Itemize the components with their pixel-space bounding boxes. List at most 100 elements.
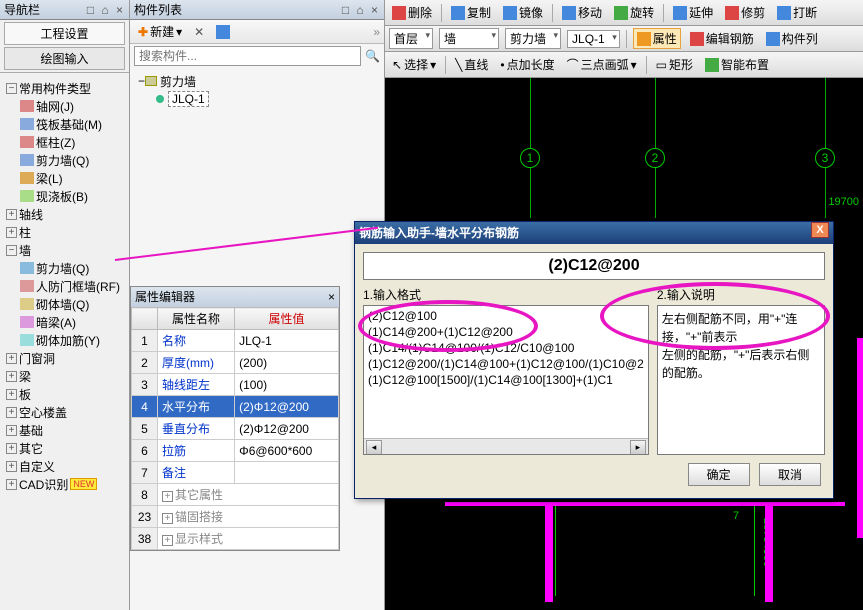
tree-common-types[interactable]: −常用构件类型 — [2, 79, 127, 97]
select-button[interactable]: ↖选择 ▾ — [389, 55, 439, 74]
wall-icon — [20, 154, 34, 166]
scroll-right-icon[interactable]: ▸ — [630, 440, 646, 455]
pointlen-button[interactable]: •点加长度 — [497, 55, 557, 74]
type-dropdown[interactable]: 剪力墙 — [505, 28, 561, 49]
mirror-button[interactable]: 镜像 — [500, 3, 546, 22]
tree-shearwall-q[interactable]: 剪力墙(Q) — [2, 259, 127, 277]
tree-wall-group[interactable]: −墙 — [2, 241, 127, 259]
arc-button[interactable]: ⌒三点画弧 ▾ — [564, 55, 640, 74]
tree-custom[interactable]: +自定义 — [2, 457, 127, 475]
drawing-input-tab[interactable]: 绘图输入 — [4, 47, 125, 70]
list-item[interactable]: (1)C14/(1)C14@100/(1)C12/C10@100 — [366, 340, 646, 356]
tree-cad[interactable]: +CAD识别NEW — [2, 475, 127, 493]
search-input[interactable] — [134, 46, 361, 66]
tree-beam[interactable]: 梁(L) — [2, 169, 127, 187]
close-icon[interactable]: × — [328, 287, 335, 307]
wall-element[interactable] — [765, 502, 773, 602]
tree-foundation[interactable]: +基础 — [2, 421, 127, 439]
tree-column[interactable]: +柱 — [2, 223, 127, 241]
expand-icon[interactable]: + — [6, 371, 17, 382]
rect-button[interactable]: ▭矩形 — [653, 55, 696, 74]
component-dropdown[interactable]: JLQ-1 — [567, 30, 620, 48]
tree-other[interactable]: +其它 — [2, 439, 127, 457]
dialog-titlebar[interactable]: 钢筋输入助手-墙水平分布钢筋 X — [355, 222, 833, 244]
break-button[interactable]: 打断 — [774, 3, 820, 22]
wall-element[interactable] — [857, 338, 863, 538]
floor-dropdown[interactable]: 首层 — [389, 28, 433, 49]
expand-icon[interactable]: + — [162, 535, 173, 546]
trim-button[interactable]: 修剪 — [722, 3, 768, 22]
rebar-value-input[interactable] — [363, 252, 825, 280]
tree-masonry[interactable]: 砌体墙(Q) — [2, 295, 127, 313]
ok-button[interactable]: 确定 — [688, 463, 750, 486]
expand-icon[interactable]: + — [162, 513, 173, 524]
expand-icon[interactable]: + — [6, 479, 17, 490]
tree-door[interactable]: +门窗洞 — [2, 349, 127, 367]
copy-button[interactable]: 复制 — [448, 3, 494, 22]
list-item[interactable]: (1)C12@100[1500]/(1)C14@100[1300]+(1)C1 — [366, 372, 646, 388]
prop-row: 7备注 — [132, 462, 339, 484]
tree-rf-wall[interactable]: 人防门框墙(RF) — [2, 277, 127, 295]
search-icon[interactable]: 🔍 — [365, 49, 380, 63]
tree-beam2[interactable]: +梁 — [2, 367, 127, 385]
cancel-button[interactable]: 取消 — [759, 463, 821, 486]
expand-icon[interactable]: + — [6, 227, 17, 238]
delete-button[interactable]: 删除 — [389, 3, 435, 22]
list-item[interactable]: (1)C12@200/(1)C14@100+(1)C12@100/(1)C10@… — [366, 356, 646, 372]
prop-title: 属性编辑器× — [131, 287, 339, 307]
tree-raft[interactable]: 筏板基础(M) — [2, 115, 127, 133]
expand-icon[interactable]: + — [162, 491, 173, 502]
copy-icon — [451, 6, 465, 20]
tree-hidden-beam[interactable]: 暗梁(A) — [2, 313, 127, 331]
tree-masonry-rf[interactable]: 砌体加筋(Y) — [2, 331, 127, 349]
expand-icon[interactable]: + — [6, 443, 17, 454]
collapse-icon[interactable]: − — [6, 245, 17, 256]
scrollbar[interactable]: ◂▸ — [364, 438, 648, 454]
collapse-icon[interactable]: − — [138, 74, 145, 88]
close-button[interactable]: X — [811, 222, 829, 238]
prop-row: 1名称JLQ-1 — [132, 330, 339, 352]
plus-icon: ✚ — [138, 25, 148, 39]
prop-expand-row: 8+其它属性 — [132, 484, 339, 506]
delete-button[interactable]: ✕ — [190, 24, 208, 40]
tree-axis[interactable]: 轴网(J) — [2, 97, 127, 115]
pin-icons[interactable]: □ ⌂ × — [87, 0, 125, 19]
format-list[interactable]: (2)C12@100 (1)C14@200+(1)C12@200 (1)C14/… — [363, 305, 649, 455]
collapse-icon[interactable]: − — [6, 83, 17, 94]
filter-button[interactable] — [212, 24, 234, 40]
tree-slab[interactable]: 现浇板(B) — [2, 187, 127, 205]
comp-root[interactable]: −剪力墙 — [134, 72, 380, 90]
scroll-left-icon[interactable]: ◂ — [366, 440, 382, 455]
smart-button[interactable]: 智能布置 — [702, 55, 772, 74]
extend-button[interactable]: 延伸 — [670, 3, 716, 22]
attr-button[interactable]: 属性 — [633, 28, 681, 49]
trim-icon — [725, 6, 739, 20]
category-dropdown[interactable]: 墙 — [439, 28, 499, 49]
expand-icon[interactable]: + — [6, 407, 17, 418]
expand-icon[interactable]: + — [6, 389, 17, 400]
tree-axisline[interactable]: +轴线 — [2, 205, 127, 223]
editbar-button[interactable]: 编辑钢筋 — [687, 29, 757, 48]
list-item[interactable]: (2)C12@100 — [366, 308, 646, 324]
list-item[interactable]: (1)C14@200+(1)C12@200 — [366, 324, 646, 340]
rotate-button[interactable]: 旋转 — [611, 3, 657, 22]
tree-shearwall[interactable]: 剪力墙(Q) — [2, 151, 127, 169]
dimension: 19700 — [828, 196, 859, 208]
expand-icon[interactable]: + — [6, 353, 17, 364]
tree-hollow[interactable]: +空心楼盖 — [2, 403, 127, 421]
expand-icon[interactable]: + — [6, 209, 17, 220]
move-button[interactable]: 移动 — [559, 3, 605, 22]
property-grid: 属性名称属性值 1名称JLQ-1 2厚度(mm)(200) 3轴线距左(100)… — [131, 307, 339, 550]
prop-row: 5垂直分布(2)Φ12@200 — [132, 418, 339, 440]
expand-icon[interactable]: + — [6, 425, 17, 436]
expand-icon[interactable]: + — [6, 461, 17, 472]
tree-slab2[interactable]: +板 — [2, 385, 127, 403]
line-button[interactable]: ╲直线 — [452, 55, 491, 74]
comp-item-jlq1[interactable]: JLQ-1 — [134, 90, 380, 108]
complist-button[interactable]: 构件列 — [763, 29, 821, 48]
wall-element[interactable] — [545, 502, 553, 602]
pin-icons[interactable]: □ ⌂ × — [342, 0, 380, 19]
new-button[interactable]: ✚新建 ▾ — [134, 22, 186, 41]
project-settings-tab[interactable]: 工程设置 — [4, 22, 125, 45]
tree-framecol[interactable]: 框柱(Z) — [2, 133, 127, 151]
